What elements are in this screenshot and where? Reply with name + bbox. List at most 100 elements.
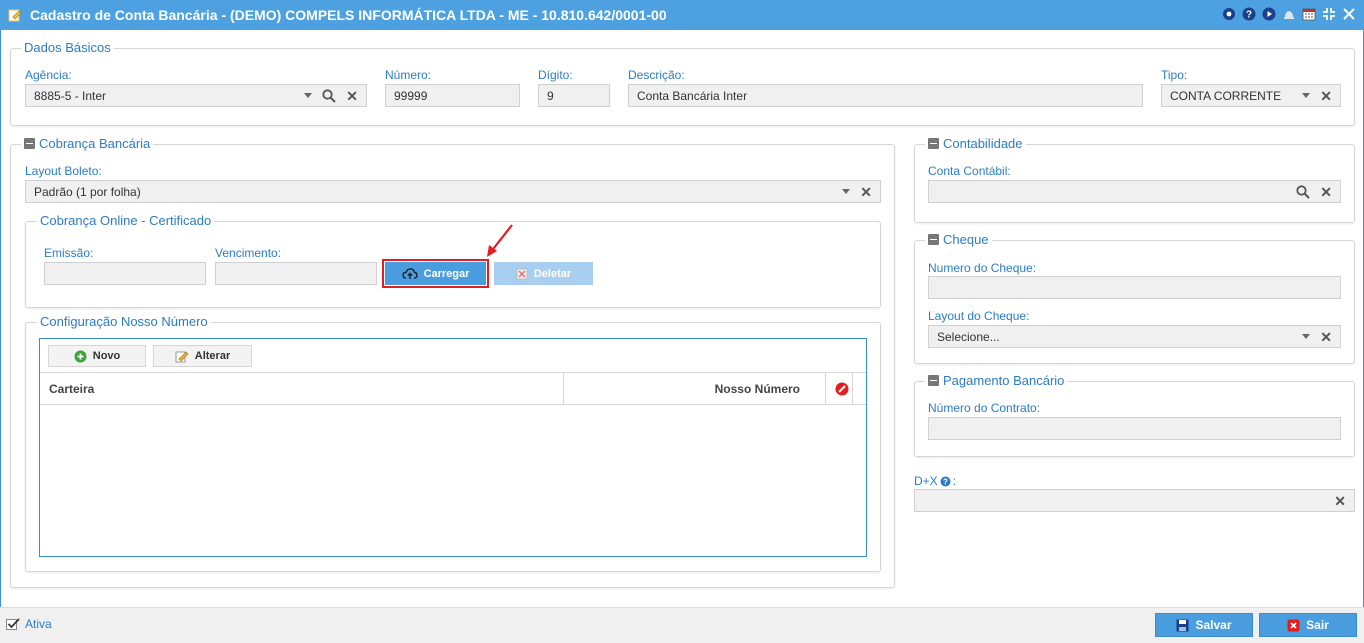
- cloud-upload-icon: [401, 267, 418, 279]
- dx-field[interactable]: ✕: [914, 489, 1355, 512]
- numero-label: Número:: [385, 68, 432, 82]
- column-header-carteira[interactable]: Carteira: [49, 382, 94, 396]
- digito-field[interactable]: 9: [538, 84, 610, 107]
- notification-bell-icon[interactable]: [1282, 7, 1296, 21]
- column-divider: [825, 373, 826, 404]
- calendar-icon[interactable]: [1302, 7, 1316, 21]
- pagamento-legend[interactable]: Pagamento Bancário: [925, 373, 1068, 388]
- numero-contrato-label: Número do Contrato:: [928, 401, 1041, 415]
- cobranca-legend[interactable]: Cobrança Bancária: [21, 136, 154, 151]
- novo-label: Novo: [92, 350, 121, 362]
- carregar-button[interactable]: Carregar: [385, 262, 486, 285]
- tipo-label: Tipo:: [1161, 68, 1188, 82]
- add-icon: [74, 350, 87, 362]
- search-icon[interactable]: [1296, 184, 1310, 199]
- numero-value: 99999: [394, 88, 428, 103]
- numero-cheque-label: Numero do Cheque:: [928, 261, 1037, 275]
- help-icon[interactable]: ?: [1242, 7, 1256, 21]
- play-icon[interactable]: [1262, 7, 1276, 21]
- salvar-button[interactable]: Salvar: [1155, 613, 1253, 637]
- window-title: Cadastro de Conta Bancária - (DEMO) COMP…: [30, 7, 667, 23]
- numero-cheque-field[interactable]: [928, 276, 1341, 299]
- numero-field[interactable]: 99999: [385, 84, 520, 107]
- ativa-checkbox[interactable]: Ativa: [6, 617, 52, 631]
- edit-form-icon: [8, 9, 22, 22]
- emissao-label: Emissão:: [44, 246, 94, 260]
- numero-contrato-field[interactable]: [928, 417, 1341, 440]
- save-icon: [1176, 619, 1189, 631]
- chevron-down-icon[interactable]: [1302, 93, 1311, 98]
- layout-cheque-value: Selecione...: [937, 329, 1000, 344]
- clear-icon[interactable]: ✕: [1320, 185, 1332, 199]
- svg-text:?: ?: [943, 477, 948, 486]
- clear-icon[interactable]: ✕: [1320, 330, 1332, 344]
- layout-cheque-select[interactable]: Selecione... ✕: [928, 325, 1341, 348]
- agencia-label: Agência:: [25, 68, 72, 82]
- digito-label: Dígito:: [538, 68, 573, 82]
- agencia-select[interactable]: 8885-5 - Inter ✕: [25, 84, 367, 107]
- layout-boleto-label: Layout Boleto:: [25, 164, 102, 178]
- collapse-icon[interactable]: [928, 234, 939, 245]
- annotation-arrow: [487, 224, 513, 257]
- dx-label: D+X ? :: [914, 474, 957, 488]
- help-icon[interactable]: ?: [940, 476, 951, 487]
- carregar-label: Carregar: [423, 267, 470, 280]
- chevron-down-icon[interactable]: [1302, 334, 1311, 339]
- clear-icon[interactable]: ✕: [860, 185, 872, 199]
- remove-column-icon[interactable]: [835, 382, 849, 396]
- descricao-label: Descrição:: [628, 68, 685, 82]
- layout-cheque-label: Layout do Cheque:: [928, 309, 1030, 323]
- clear-icon[interactable]: ✕: [1320, 89, 1332, 103]
- delete-icon: [516, 268, 528, 279]
- collapse-window-icon[interactable]: [1322, 7, 1336, 21]
- alterar-label: Alterar: [194, 350, 231, 362]
- descricao-field[interactable]: Conta Bancária Inter: [628, 84, 1143, 107]
- column-header-nosso-numero[interactable]: Nosso Número: [715, 382, 800, 396]
- cobranca-online-legend: Cobrança Online - Certificado: [37, 213, 215, 228]
- checkbox-checked-icon: [6, 618, 20, 630]
- chevron-down-icon[interactable]: [304, 93, 313, 98]
- collapse-icon[interactable]: [928, 138, 939, 149]
- svg-text:?: ?: [1246, 10, 1252, 21]
- contabilidade-legend[interactable]: Contabilidade: [925, 136, 1026, 151]
- vencimento-label: Vencimento:: [215, 246, 282, 260]
- form-body: Dados Básicos Agência: 8885-5 - Inter ✕ …: [0, 30, 1364, 607]
- nosso-numero-grid: Novo Alterar Carteira Nosso Número: [39, 338, 867, 557]
- clear-icon[interactable]: ✕: [1334, 494, 1346, 508]
- ativa-label: Ativa: [25, 617, 52, 631]
- layout-boleto-value: Padrão (1 por folha): [34, 184, 141, 199]
- digito-value: 9: [547, 88, 554, 103]
- exit-icon: [1287, 619, 1300, 631]
- dados-basicos-legend: Dados Básicos: [21, 40, 114, 55]
- agencia-value: 8885-5 - Inter: [34, 88, 107, 103]
- collapse-icon[interactable]: [928, 375, 939, 386]
- clear-icon[interactable]: ✕: [346, 89, 358, 103]
- column-divider: [852, 373, 853, 404]
- layout-boleto-select[interactable]: Padrão (1 por folha) ✕: [25, 180, 881, 203]
- chevron-down-icon[interactable]: [842, 189, 851, 194]
- conta-contabil-label: Conta Contábil:: [928, 164, 1011, 178]
- salvar-label: Salvar: [1195, 618, 1232, 632]
- grid-toolbar: Novo Alterar: [40, 339, 866, 373]
- sair-button[interactable]: Sair: [1259, 613, 1357, 637]
- emissao-field[interactable]: [44, 262, 206, 285]
- vencimento-field[interactable]: [215, 262, 377, 285]
- tipo-select[interactable]: CONTA CORRENTE ✕: [1161, 84, 1341, 107]
- cheque-legend[interactable]: Cheque: [925, 232, 992, 247]
- conta-contabil-field[interactable]: ✕: [928, 180, 1341, 203]
- deletar-label: Deletar: [533, 267, 572, 280]
- sair-label: Sair: [1306, 618, 1329, 632]
- tipo-value: CONTA CORRENTE: [1170, 88, 1282, 103]
- column-divider: [563, 373, 564, 404]
- search-icon[interactable]: [322, 88, 336, 103]
- alterar-button[interactable]: Alterar: [153, 345, 252, 367]
- novo-button[interactable]: Novo: [48, 345, 146, 367]
- grid-header: Carteira Nosso Número: [40, 373, 866, 405]
- deletar-button[interactable]: Deletar: [494, 262, 593, 285]
- window-titlebar: Cadastro de Conta Bancária - (DEMO) COMP…: [0, 0, 1364, 30]
- collapse-icon[interactable]: [24, 138, 35, 149]
- close-window-icon[interactable]: [1342, 7, 1356, 21]
- nosso-numero-legend: Configuração Nosso Número: [37, 314, 211, 329]
- eye-icon[interactable]: [1222, 7, 1236, 21]
- footer-bar: Ativa Salvar Sair: [0, 607, 1364, 643]
